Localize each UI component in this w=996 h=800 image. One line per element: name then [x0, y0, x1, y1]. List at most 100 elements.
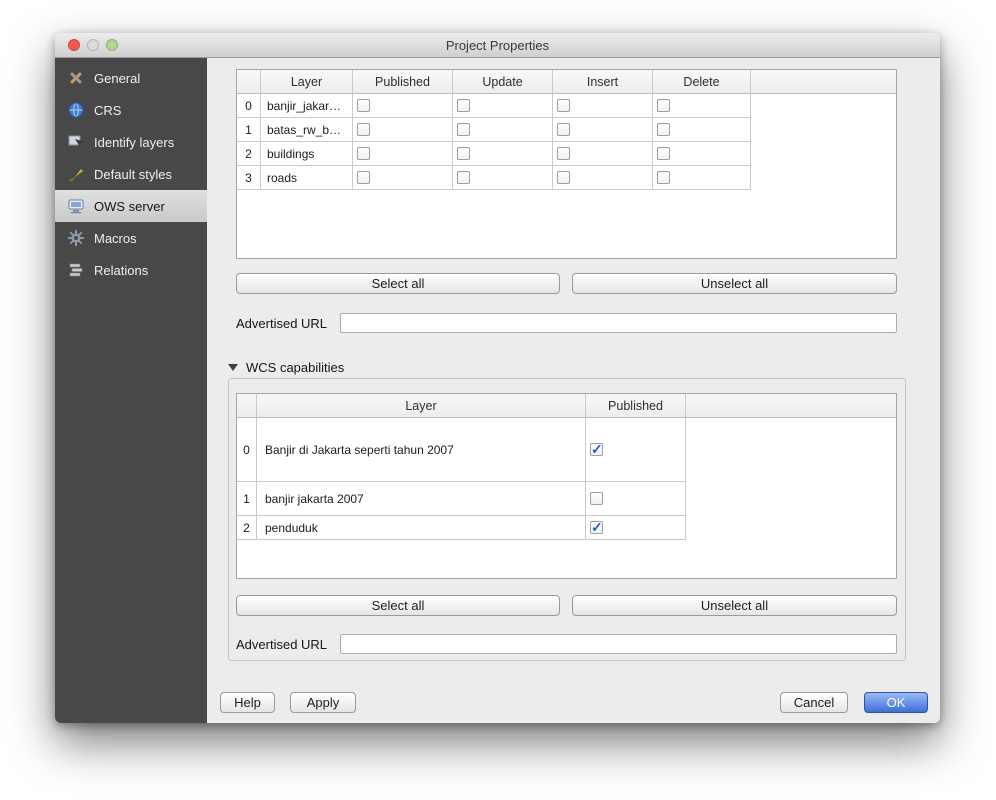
row-number[interactable]: 0 [237, 418, 257, 482]
sidebar-item-general[interactable]: General [55, 62, 207, 94]
insert-checkbox[interactable] [557, 123, 570, 136]
row-number[interactable]: 1 [237, 118, 261, 142]
row-number[interactable]: 0 [237, 94, 261, 118]
table-row: 3 roads [237, 166, 896, 190]
insert-checkbox[interactable] [557, 99, 570, 112]
row-number[interactable]: 3 [237, 166, 261, 190]
header-filler [751, 70, 896, 93]
globe-icon [66, 100, 86, 120]
layer-name-cell[interactable]: roads [261, 166, 353, 190]
table-row: 2 buildings [237, 142, 896, 166]
update-cell [453, 166, 553, 190]
delete-cell [653, 142, 751, 166]
wcs-unselect-all-button[interactable]: Unselect all [572, 595, 897, 616]
column-header-published[interactable]: Published [586, 394, 686, 417]
header-filler [686, 394, 896, 417]
published-checkbox[interactable] [590, 443, 603, 456]
sidebar-item-macros[interactable]: Macros [55, 222, 207, 254]
help-button[interactable]: Help [220, 692, 275, 713]
published-cell [353, 142, 453, 166]
wcs-advertised-url-input[interactable] [340, 634, 897, 654]
update-cell [453, 142, 553, 166]
column-header-insert[interactable]: Insert [553, 70, 653, 93]
published-checkbox[interactable] [590, 521, 603, 534]
wcs-select-all-button[interactable]: Select all [236, 595, 560, 616]
column-header-update[interactable]: Update [453, 70, 553, 93]
table-row: 1 banjir jakarta 2007 [237, 482, 896, 516]
insert-checkbox[interactable] [557, 171, 570, 184]
row-filler [751, 94, 896, 118]
column-header-layer[interactable]: Layer [257, 394, 586, 417]
wfs-advertised-url-input[interactable] [340, 313, 897, 333]
layer-name-cell[interactable]: batas_rw_b… [261, 118, 353, 142]
table-row: 0 banjir_jakar… [237, 94, 896, 118]
update-cell [453, 118, 553, 142]
sidebar-item-label: Default styles [94, 167, 172, 182]
wfs-unselect-all-button[interactable]: Unselect all [572, 273, 897, 294]
paintbrush-icon [66, 164, 86, 184]
ok-button[interactable]: OK [864, 692, 928, 713]
column-header-delete[interactable]: Delete [653, 70, 751, 93]
row-number[interactable]: 2 [237, 142, 261, 166]
gear-icon [66, 228, 86, 248]
wfs-layers-table: Layer Published Update Insert Delete 0 b… [236, 69, 897, 259]
row-filler [751, 166, 896, 190]
wcs-layers-table: Layer Published 0 Banjir di Jakarta sepe… [236, 393, 897, 579]
zoom-button[interactable] [106, 39, 118, 51]
layer-name-cell[interactable]: buildings [261, 142, 353, 166]
row-number[interactable]: 2 [237, 516, 257, 540]
published-checkbox[interactable] [590, 492, 603, 505]
sidebar-item-default-styles[interactable]: Default styles [55, 158, 207, 190]
update-checkbox[interactable] [457, 147, 470, 160]
identify-cursor-icon [66, 132, 86, 152]
sidebar-item-label: Macros [94, 231, 137, 246]
layer-name-cell[interactable]: banjir jakarta 2007 [257, 482, 586, 516]
update-checkbox[interactable] [457, 99, 470, 112]
published-checkbox[interactable] [357, 147, 370, 160]
apply-button[interactable]: Apply [290, 692, 356, 713]
titlebar[interactable]: Project Properties [55, 33, 940, 58]
sidebar-item-relations[interactable]: Relations [55, 254, 207, 286]
collapse-arrow-icon[interactable] [228, 364, 238, 371]
layer-name-cell[interactable]: banjir_jakar… [261, 94, 353, 118]
row-number[interactable]: 1 [237, 482, 257, 516]
minimize-button[interactable] [87, 39, 99, 51]
sidebar-item-label: OWS server [94, 199, 165, 214]
server-monitor-icon [66, 196, 86, 216]
row-number-header [237, 394, 257, 417]
update-checkbox[interactable] [457, 123, 470, 136]
wcs-capabilities-section-header[interactable]: WCS capabilities [228, 360, 344, 375]
published-checkbox[interactable] [357, 123, 370, 136]
delete-checkbox[interactable] [657, 123, 670, 136]
layer-name-cell[interactable]: Banjir di Jakarta seperti tahun 2007 [257, 418, 586, 482]
cancel-button[interactable]: Cancel [780, 692, 848, 713]
sidebar-item-label: General [94, 71, 140, 86]
insert-checkbox[interactable] [557, 147, 570, 160]
published-cell [353, 166, 453, 190]
published-cell [353, 118, 453, 142]
table-row: 1 batas_rw_b… [237, 118, 896, 142]
delete-checkbox[interactable] [657, 147, 670, 160]
published-cell [353, 94, 453, 118]
row-filler [686, 482, 896, 516]
sidebar-item-ows-server[interactable]: OWS server [55, 190, 207, 222]
row-number-header [237, 70, 261, 93]
wfs-select-all-button[interactable]: Select all [236, 273, 560, 294]
sidebar-item-identify-layers[interactable]: Identify layers [55, 126, 207, 158]
delete-checkbox[interactable] [657, 171, 670, 184]
sidebar-item-crs[interactable]: CRS [55, 94, 207, 126]
sidebar-item-label: Identify layers [94, 135, 174, 150]
layer-name-cell[interactable]: penduduk [257, 516, 586, 540]
row-filler [686, 418, 896, 482]
published-checkbox[interactable] [357, 99, 370, 112]
published-cell [586, 516, 686, 540]
column-header-layer[interactable]: Layer [261, 70, 353, 93]
column-header-published[interactable]: Published [353, 70, 453, 93]
delete-checkbox[interactable] [657, 99, 670, 112]
tools-icon [66, 68, 86, 88]
update-checkbox[interactable] [457, 171, 470, 184]
published-checkbox[interactable] [357, 171, 370, 184]
relations-table-icon [66, 260, 86, 280]
delete-cell [653, 118, 751, 142]
close-button[interactable] [68, 39, 80, 51]
